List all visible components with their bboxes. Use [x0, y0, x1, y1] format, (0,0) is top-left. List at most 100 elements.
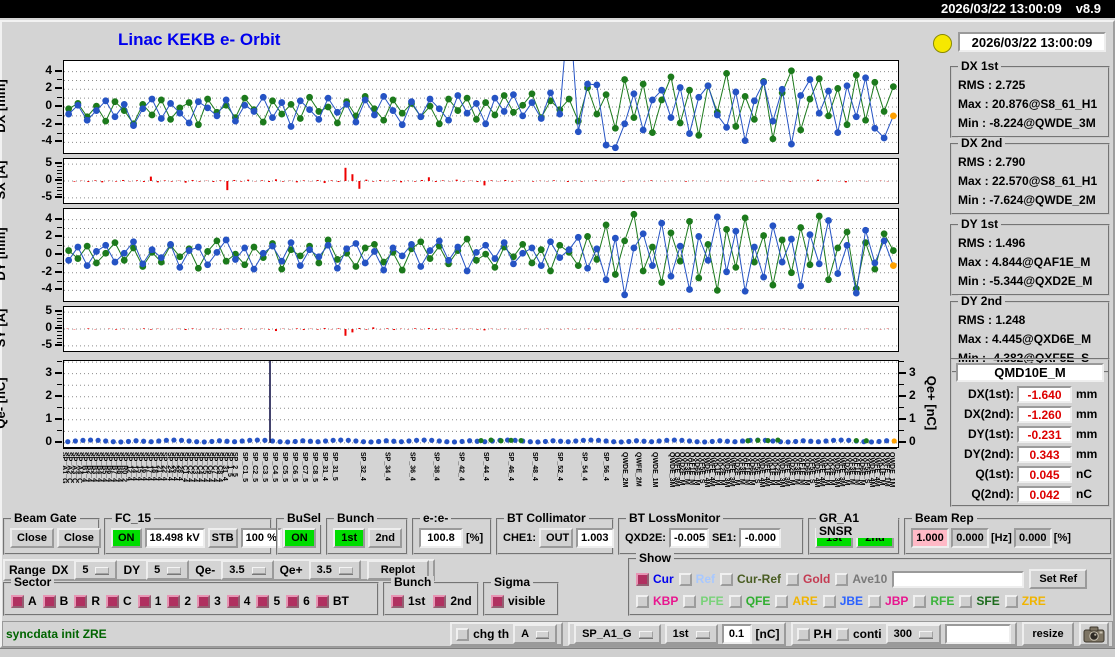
monitor-row: DY(1st):-0.231mm — [956, 424, 1104, 444]
bunch-checkbox-1st[interactable] — [391, 595, 404, 608]
range-dx-label: DX — [52, 563, 69, 577]
stat-line: Min : -5.344@QXD2E_M — [958, 272, 1104, 291]
show-item-zre: ZRE — [1005, 594, 1046, 608]
show-label: ARE — [792, 594, 817, 608]
ee-ratio-unit: [%] — [466, 532, 483, 544]
stat-line: Max : 4.445@QXD6E_M — [958, 330, 1104, 349]
sector-checkbox-c[interactable] — [106, 595, 119, 608]
bpm-x-label: SP_31_5 — [331, 452, 338, 481]
show-item-pfe: PFE — [683, 594, 723, 608]
bunch-checkbox-2nd[interactable] — [433, 595, 446, 608]
fc15-title: FC_15 — [112, 512, 154, 525]
bunch-item-2nd: 2nd — [433, 594, 471, 608]
monitor-row-label: DX(2nd): — [956, 407, 1014, 421]
stat-box-title: DY 1st — [958, 218, 1001, 231]
sector-checkbox-b[interactable] — [43, 595, 56, 608]
sector-item-a: A — [11, 594, 37, 608]
stat-line: RMS : 1.248 — [958, 311, 1104, 330]
sector-label: 1 — [155, 594, 162, 608]
show-checkbox-rfe[interactable] — [913, 595, 926, 608]
show-checkbox-ref[interactable] — [679, 573, 692, 586]
sector-checkbox-6[interactable] — [286, 595, 299, 608]
sector-checkbox-a[interactable] — [11, 595, 24, 608]
range-qep-select[interactable]: 3.5 — [309, 560, 361, 580]
range-dx-select[interactable]: 5 — [74, 560, 117, 580]
bpm-x-label: SP_56_4 — [602, 452, 609, 481]
sigma-checkbox-visible[interactable] — [491, 595, 504, 608]
bpm-x-label: QWFE_2M — [634, 452, 641, 487]
dropdown-handle-icon — [252, 567, 266, 574]
show-checkbox-gold[interactable] — [786, 573, 799, 586]
show-item-gold: Gold — [786, 572, 830, 586]
points-count-select[interactable]: 300 — [886, 624, 941, 644]
sector-checkbox-bt[interactable] — [316, 595, 329, 608]
sector-checkbox-2[interactable] — [167, 595, 180, 608]
bunch-1st-button[interactable]: 1st — [333, 528, 365, 548]
show-checkbox-jbe[interactable] — [823, 595, 836, 608]
bunch-2nd-button[interactable]: 2nd — [368, 528, 402, 548]
chg-th-checkbox[interactable] — [456, 628, 469, 641]
show-label: JBE — [840, 594, 863, 608]
beam-gate-group: Beam Gate Close Close — [3, 518, 100, 555]
show-checkbox-pfe[interactable] — [683, 595, 696, 608]
range-dy-select[interactable]: 5 — [146, 560, 189, 580]
show-checkbox-ave10[interactable] — [835, 573, 848, 586]
monitor-row: Q(2nd):0.042nC — [956, 484, 1104, 504]
beam-rep-title: Beam Rep — [912, 512, 977, 525]
show-checkbox-cur-ref[interactable] — [720, 573, 733, 586]
resize-button[interactable]: resize — [1022, 622, 1074, 646]
threshold-unit: [nC] — [756, 627, 780, 641]
bpm-x-label: SP_52_4 — [556, 452, 563, 481]
monitor-row-label: DX(1st): — [956, 387, 1014, 401]
beam-gate-close-button-1[interactable]: Close — [10, 528, 54, 548]
fc15-on-button[interactable]: ON — [111, 528, 142, 548]
show-checkbox-cur[interactable] — [636, 573, 649, 586]
threshold-input[interactable]: 0.1 — [722, 624, 752, 644]
sector-item-b: B — [43, 594, 69, 608]
stat-line: Min : -7.624@QWDE_2M — [958, 191, 1104, 210]
sp-bunch-select[interactable]: 1st — [665, 624, 718, 644]
sector-checkbox-4[interactable] — [227, 595, 240, 608]
sector-checkbox-1[interactable] — [138, 595, 151, 608]
show-checkbox-jbp[interactable] — [868, 595, 881, 608]
sector-checkbox-5[interactable] — [256, 595, 269, 608]
show-label: Ave10 — [852, 572, 887, 586]
dx-orbit-plot — [63, 60, 899, 154]
show-checkbox-sfe[interactable] — [959, 595, 972, 608]
stat-box-dx-2nd: DX 2ndRMS : 2.790Max : 22.570@S8_61_H1Mi… — [950, 143, 1110, 215]
screenshot-button[interactable] — [1079, 622, 1109, 646]
show-item-jbe: JBE — [823, 594, 863, 608]
sector-label: R — [91, 594, 100, 608]
sector-checkbox-r[interactable] — [74, 595, 87, 608]
sy-sigma-plot — [63, 306, 899, 352]
monitor-name: QMD10E_M — [956, 363, 1104, 382]
busel-on-button[interactable]: ON — [283, 528, 316, 548]
bpm-x-label: SP_48_4 — [531, 452, 538, 481]
fc15-stb-button[interactable]: STB — [208, 528, 238, 548]
sector-item-c: C — [106, 594, 132, 608]
show-checkbox-kbp[interactable] — [636, 595, 649, 608]
bt-lossmonitor-group: BT LossMonitor QXD2E: -0.005 SE1: -0.000 — [618, 518, 804, 555]
sector-item-2: 2 — [167, 594, 191, 608]
range-qem-select[interactable]: 3.5 — [221, 560, 273, 580]
show-checkbox-are[interactable] — [775, 595, 788, 608]
sector-checkbox-3[interactable] — [197, 595, 210, 608]
status-lamp-icon — [933, 34, 952, 53]
show-label: RFE — [930, 594, 954, 608]
set-ref-entry[interactable] — [892, 571, 1024, 588]
sp-monitor-select[interactable]: SP_A1_G — [574, 624, 661, 644]
che1-out-button[interactable]: OUT — [539, 528, 573, 548]
show-item-qfe: QFE — [729, 594, 771, 608]
stat-line: Max : 4.844@QAF1E_M — [958, 253, 1104, 272]
chg-th-select[interactable]: A — [513, 624, 557, 644]
show-checkbox-zre[interactable] — [1005, 595, 1018, 608]
conti-checkbox[interactable] — [836, 628, 849, 641]
ph-checkbox[interactable] — [797, 628, 810, 641]
beam-gate-close-button-2[interactable]: Close — [57, 528, 101, 548]
bpm-x-label: SP_C7_5 — [301, 452, 308, 482]
sector-item-3: 3 — [197, 594, 221, 608]
stat-line: Max : 22.570@S8_61_H1 — [958, 172, 1104, 191]
set-ref-button[interactable]: Set Ref — [1029, 569, 1087, 589]
show-checkbox-qfe[interactable] — [729, 595, 742, 608]
status-entry[interactable] — [945, 624, 1011, 644]
